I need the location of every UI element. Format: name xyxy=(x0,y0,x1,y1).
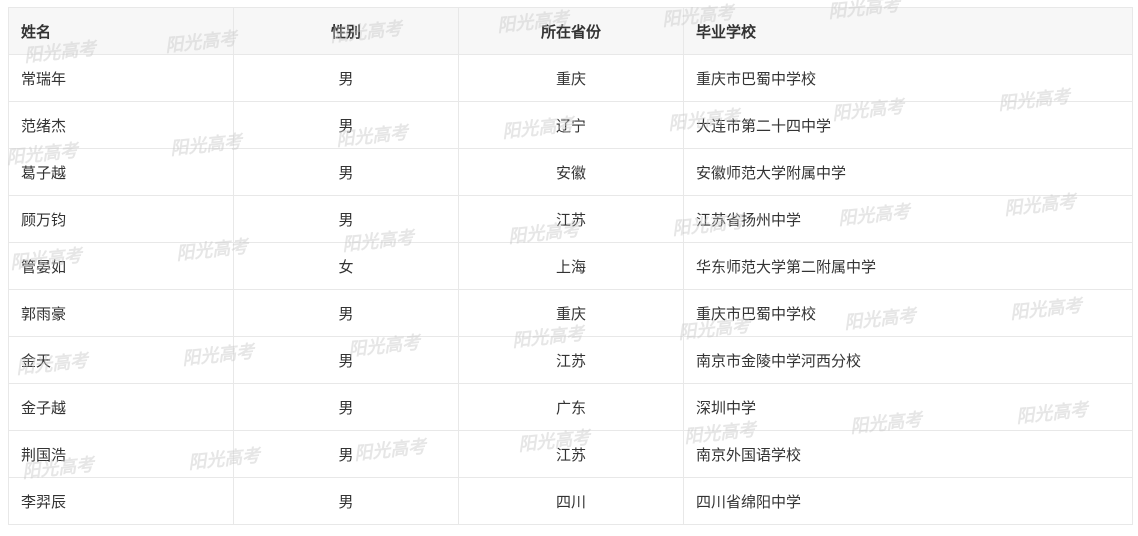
cell-school: 江苏省扬州中学 xyxy=(683,195,1133,243)
cell-province: 上海 xyxy=(458,242,684,290)
cell-province: 安徽 xyxy=(458,148,684,196)
cell-school: 深圳中学 xyxy=(683,383,1133,431)
cell-school: 南京市金陵中学河西分校 xyxy=(683,336,1133,384)
cell-name: 管晏如 xyxy=(8,242,234,290)
cell-gender: 男 xyxy=(233,477,459,525)
cell-name: 荆国浩 xyxy=(8,430,234,478)
table-row: 金天 男 江苏 南京市金陵中学河西分校 xyxy=(8,336,1133,384)
cell-gender: 男 xyxy=(233,101,459,149)
cell-province: 广东 xyxy=(458,383,684,431)
table-row: 李羿辰 男 四川 四川省绵阳中学 xyxy=(8,477,1133,525)
cell-school: 大连市第二十四中学 xyxy=(683,101,1133,149)
cell-province: 重庆 xyxy=(458,289,684,337)
cell-school: 重庆市巴蜀中学校 xyxy=(683,289,1133,337)
header-province: 所在省份 xyxy=(458,7,684,55)
cell-gender: 男 xyxy=(233,195,459,243)
cell-province: 辽宁 xyxy=(458,101,684,149)
cell-name: 李羿辰 xyxy=(8,477,234,525)
cell-province: 四川 xyxy=(458,477,684,525)
cell-gender: 男 xyxy=(233,54,459,102)
cell-name: 范绪杰 xyxy=(8,101,234,149)
table-row: 管晏如 女 上海 华东师范大学第二附属中学 xyxy=(8,242,1133,290)
cell-gender: 男 xyxy=(233,383,459,431)
table-row: 顾万钧 男 江苏 江苏省扬州中学 xyxy=(8,195,1133,243)
cell-name: 顾万钧 xyxy=(8,195,234,243)
student-table-container: 姓名 性别 所在省份 毕业学校 常瑞年 男 重庆 重庆市巴蜀中学校 范绪杰 男 … xyxy=(8,7,1133,525)
cell-gender: 男 xyxy=(233,289,459,337)
cell-name: 郭雨豪 xyxy=(8,289,234,337)
cell-gender: 男 xyxy=(233,336,459,384)
cell-gender: 男 xyxy=(233,148,459,196)
cell-school: 四川省绵阳中学 xyxy=(683,477,1133,525)
table-header-row: 姓名 性别 所在省份 毕业学校 xyxy=(8,7,1133,55)
cell-name: 葛子越 xyxy=(8,148,234,196)
table-row: 郭雨豪 男 重庆 重庆市巴蜀中学校 xyxy=(8,289,1133,337)
cell-province: 江苏 xyxy=(458,430,684,478)
student-table: 姓名 性别 所在省份 毕业学校 常瑞年 男 重庆 重庆市巴蜀中学校 范绪杰 男 … xyxy=(8,7,1133,525)
table-row: 常瑞年 男 重庆 重庆市巴蜀中学校 xyxy=(8,54,1133,102)
cell-province: 重庆 xyxy=(458,54,684,102)
header-name: 姓名 xyxy=(8,7,234,55)
cell-school: 重庆市巴蜀中学校 xyxy=(683,54,1133,102)
cell-province: 江苏 xyxy=(458,336,684,384)
table-row: 金子越 男 广东 深圳中学 xyxy=(8,383,1133,431)
table-row: 荆国浩 男 江苏 南京外国语学校 xyxy=(8,430,1133,478)
header-school: 毕业学校 xyxy=(683,7,1133,55)
cell-school: 华东师范大学第二附属中学 xyxy=(683,242,1133,290)
header-gender: 性别 xyxy=(233,7,459,55)
cell-name: 金天 xyxy=(8,336,234,384)
cell-name: 金子越 xyxy=(8,383,234,431)
cell-gender: 男 xyxy=(233,430,459,478)
cell-name: 常瑞年 xyxy=(8,54,234,102)
cell-school: 南京外国语学校 xyxy=(683,430,1133,478)
cell-gender: 女 xyxy=(233,242,459,290)
table-row: 葛子越 男 安徽 安徽师范大学附属中学 xyxy=(8,148,1133,196)
cell-school: 安徽师范大学附属中学 xyxy=(683,148,1133,196)
table-row: 范绪杰 男 辽宁 大连市第二十四中学 xyxy=(8,101,1133,149)
cell-province: 江苏 xyxy=(458,195,684,243)
